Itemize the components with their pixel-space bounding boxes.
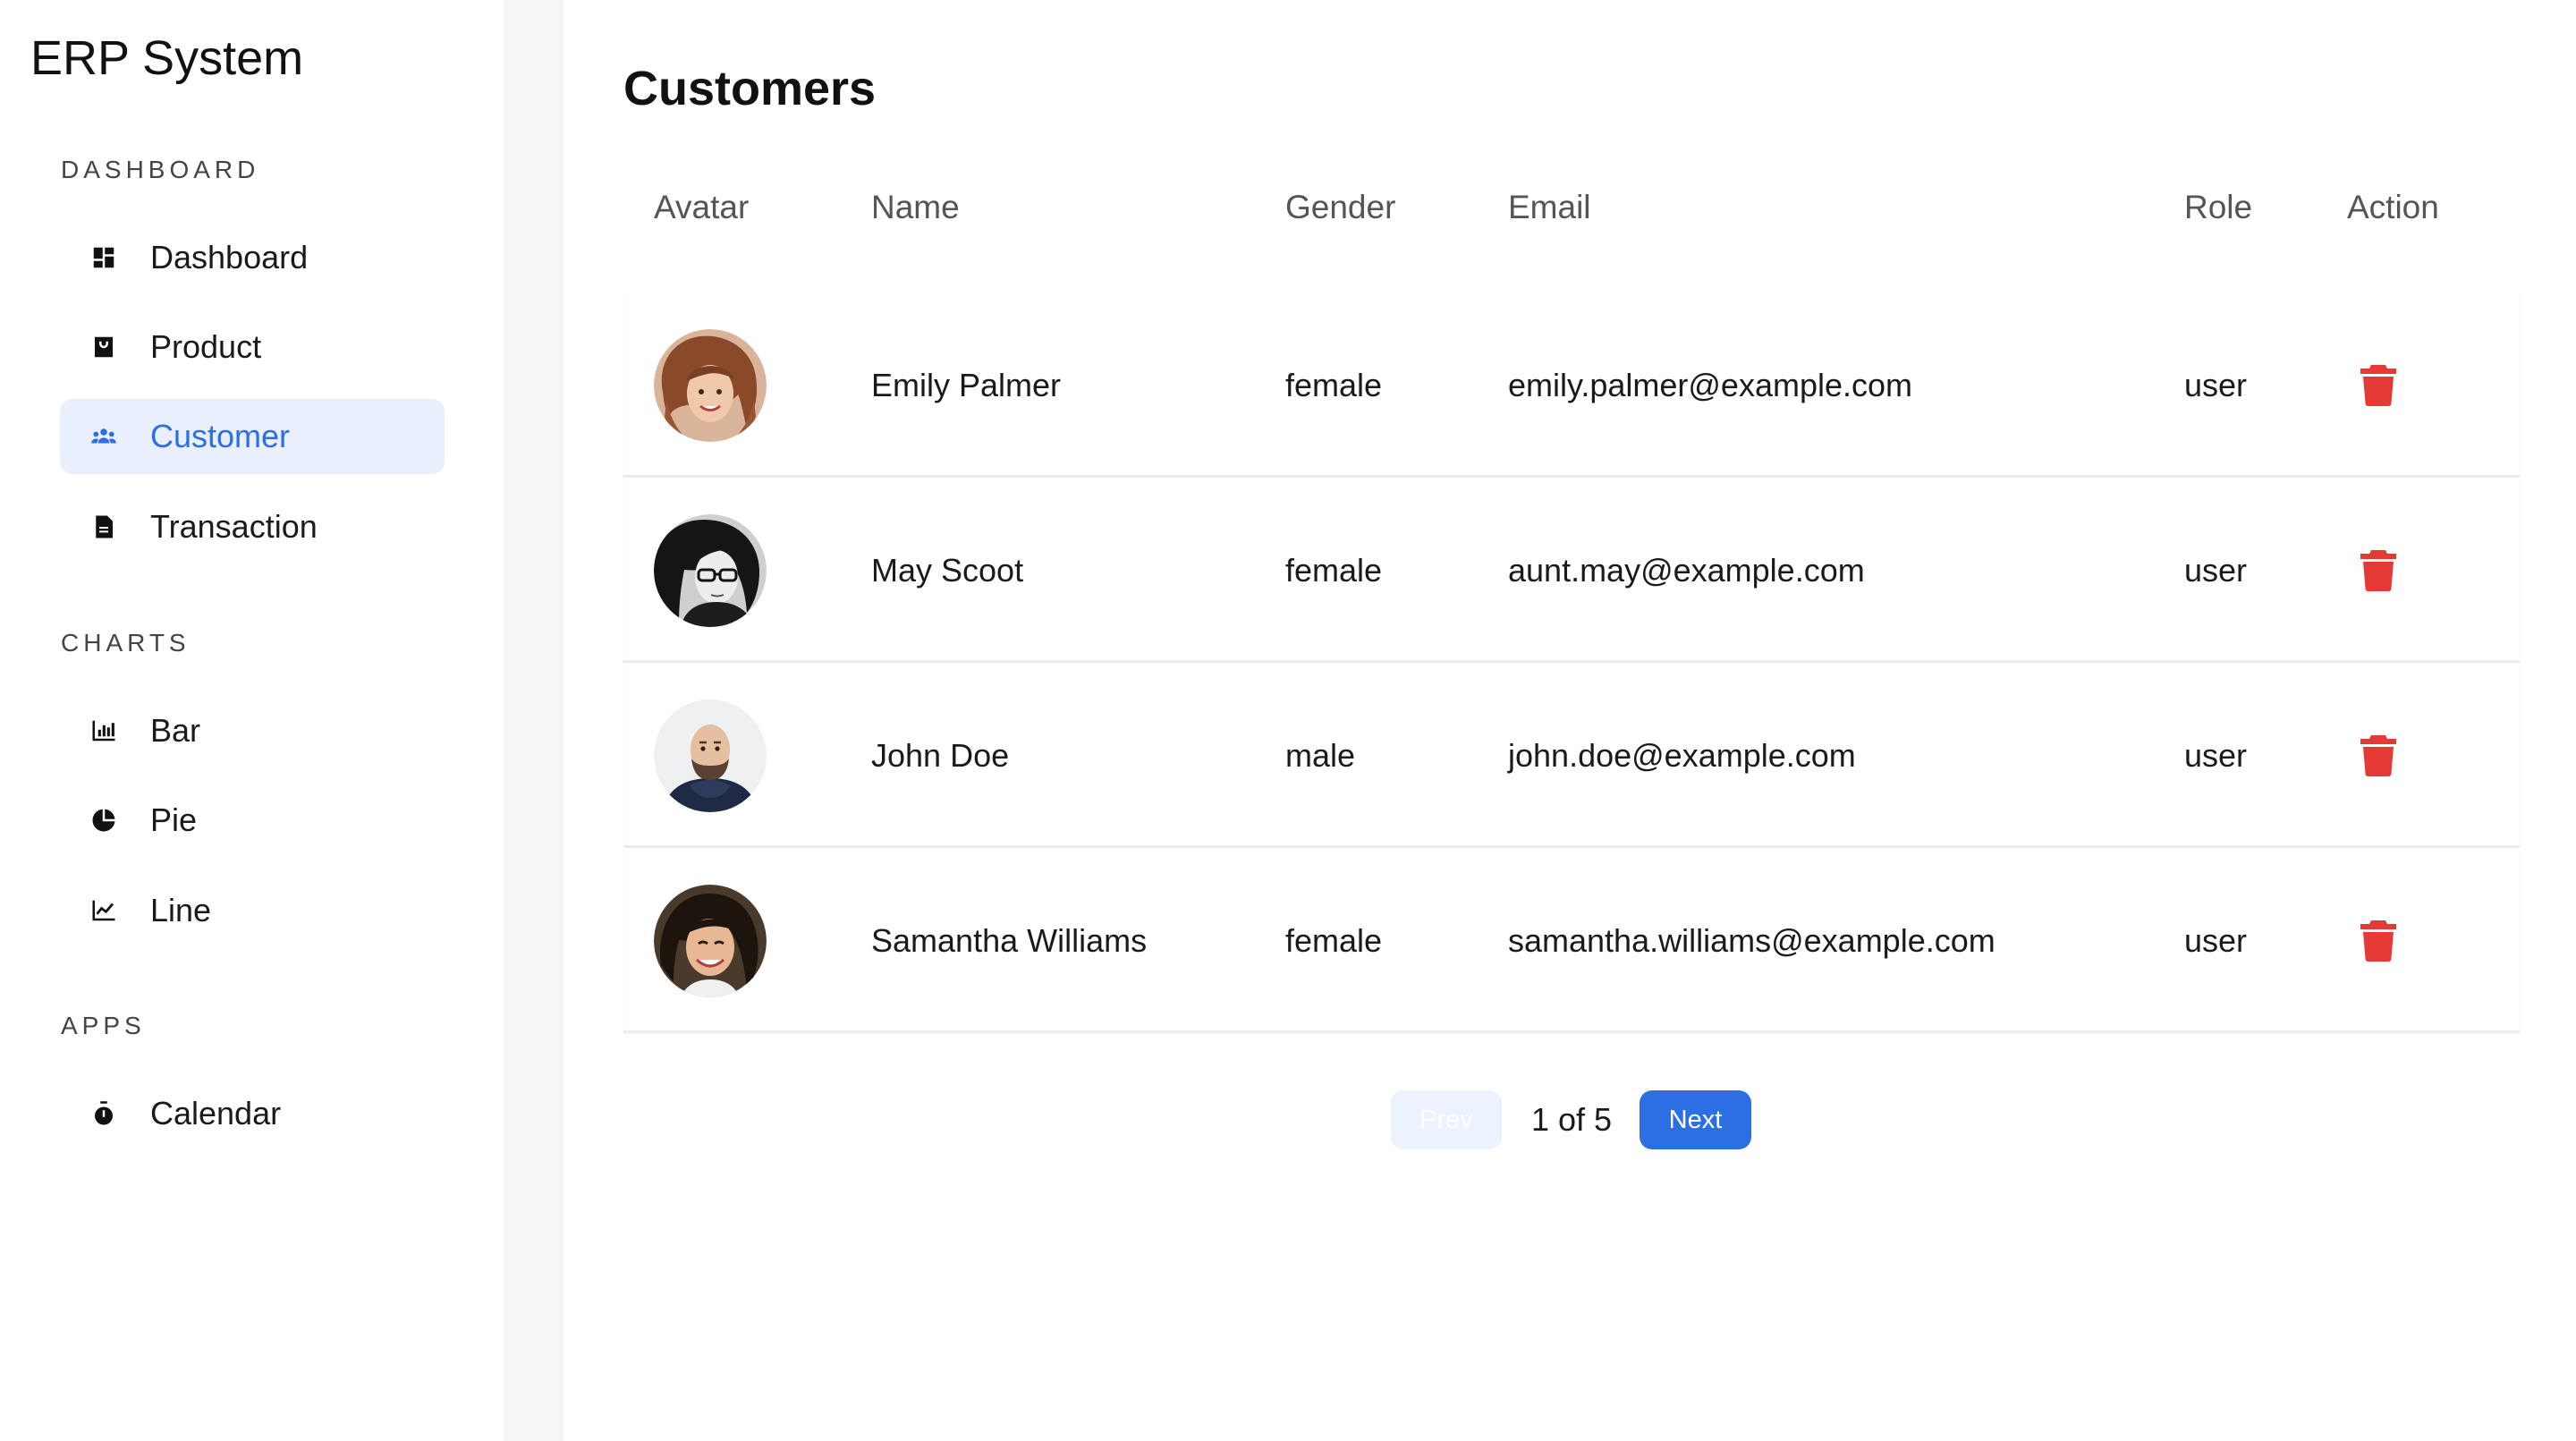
avatar-cell (654, 848, 767, 1033)
sidebar-item-customer[interactable]: Customer (60, 399, 445, 474)
table-header: Avatar Name Gender Email Role Action (623, 179, 2520, 236)
sidebar-item-transaction[interactable]: Transaction (60, 489, 445, 564)
column-header-email: Email (1508, 189, 1591, 225)
avatar (654, 513, 767, 627)
document-icon (89, 513, 118, 541)
sidebar-item-label: Line (150, 892, 212, 928)
column-header-gender: Gender (1285, 189, 1396, 225)
customer-name: May Scoot (871, 551, 1024, 589)
avatar-cell (654, 292, 767, 478)
action-cell (2360, 848, 2396, 1033)
customer-gender: male (1285, 736, 1356, 774)
customer-email: emily.palmer@example.com (1508, 366, 1913, 403)
table-row: Emily Palmer female emily.palmer@example… (623, 292, 2520, 478)
customer-name: Samantha Williams (871, 921, 1148, 959)
customer-role: user (2184, 551, 2248, 589)
avatar (654, 328, 767, 442)
sidebar-item-label: Pie (150, 801, 198, 838)
avatar (654, 884, 767, 997)
customer-role: user (2184, 736, 2248, 774)
sidebar-item-label: Transaction (150, 508, 318, 545)
stopwatch-icon (89, 1099, 118, 1128)
action-cell (2360, 478, 2396, 663)
customer-name: Emily Palmer (871, 366, 1062, 403)
action-cell (2360, 663, 2396, 848)
customer-email: samantha.williams@example.com (1508, 921, 1996, 959)
sidebar-item-bar[interactable]: Bar (60, 693, 445, 768)
avatar-cell (654, 478, 767, 663)
page-title: Customers (623, 62, 877, 115)
trash-icon[interactable] (2360, 549, 2396, 591)
customer-gender: female (1285, 551, 1383, 589)
table-row: John Doe male john.doe@example.com user (623, 663, 2520, 848)
sidebar-item-dashboard[interactable]: Dashboard (60, 220, 445, 295)
pagination: Prev 1 of 5 Next (564, 1090, 2576, 1151)
customer-email: john.doe@example.com (1508, 736, 1856, 774)
sidebar-item-calendar[interactable]: Calendar (60, 1076, 445, 1151)
customer-role: user (2184, 921, 2248, 959)
avatar-cell (654, 663, 767, 848)
app-title: ERP System (30, 31, 304, 85)
customer-gender: female (1285, 921, 1383, 959)
customer-role: user (2184, 366, 2248, 403)
customer-gender: female (1285, 366, 1383, 403)
trash-icon[interactable] (2360, 920, 2396, 962)
action-cell (2360, 292, 2396, 478)
customer-email: aunt.may@example.com (1508, 551, 1865, 589)
dashboard-icon (89, 243, 118, 272)
main-content: Customers Avatar Name Gender Email Role … (564, 0, 2576, 1441)
trash-icon[interactable] (2360, 364, 2396, 406)
table-row: Samantha Williams female samantha.willia… (623, 848, 2520, 1033)
shopping-bag-icon (89, 333, 118, 361)
pie-chart-icon (89, 806, 118, 835)
customer-name: John Doe (871, 736, 1010, 774)
section-title-charts: CHARTS (61, 629, 191, 657)
customer-table: Emily Palmer female emily.palmer@example… (623, 292, 2520, 1033)
sidebar-item-label: Calendar (150, 1095, 282, 1132)
page-indicator: 1 of 5 (1531, 1101, 1613, 1138)
section-title-dashboard: DASHBOARD (61, 156, 260, 183)
next-button[interactable]: Next (1640, 1090, 1751, 1149)
sidebar-divider (504, 0, 564, 1441)
avatar (654, 699, 767, 812)
sidebar: ERP System DASHBOARD Dashboard Product C… (0, 0, 504, 1441)
trash-icon[interactable] (2360, 734, 2396, 776)
sidebar-item-label: Dashboard (150, 239, 309, 275)
section-title-apps: APPS (61, 1012, 146, 1039)
table-row: May Scoot female aunt.may@example.com us… (623, 478, 2520, 663)
sidebar-item-label: Product (150, 328, 262, 365)
sidebar-item-label: Customer (150, 418, 291, 454)
prev-button[interactable]: Prev (1391, 1090, 1502, 1149)
column-header-avatar: Avatar (654, 189, 750, 225)
line-chart-icon (89, 896, 118, 925)
column-header-role: Role (2184, 189, 2253, 225)
bar-chart-icon (89, 716, 118, 745)
sidebar-item-product[interactable]: Product (60, 309, 445, 385)
column-header-name: Name (871, 189, 960, 225)
people-icon (89, 422, 118, 451)
column-header-action: Action (2347, 189, 2439, 225)
sidebar-item-pie[interactable]: Pie (60, 783, 445, 858)
sidebar-item-label: Bar (150, 712, 201, 749)
sidebar-item-line[interactable]: Line (60, 873, 445, 948)
